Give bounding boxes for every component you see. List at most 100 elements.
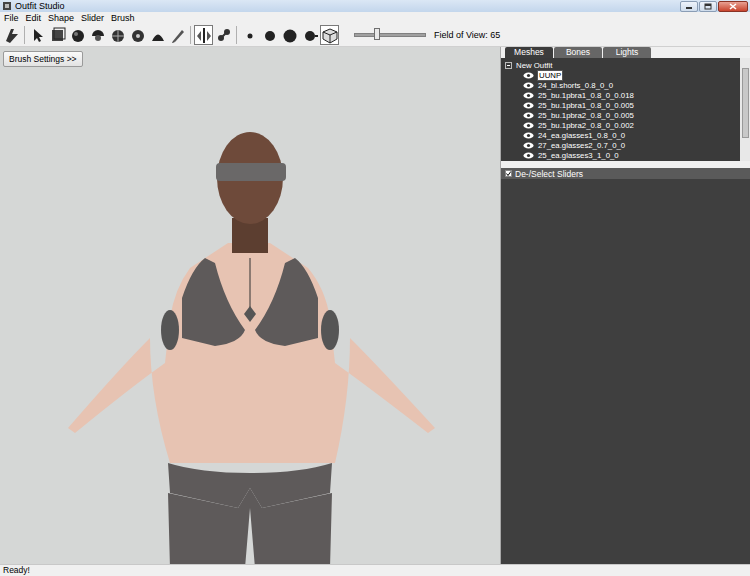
tool-button[interactable] [48, 25, 67, 45]
tool-button[interactable] [2, 25, 21, 45]
menu-item[interactable]: Slider [81, 12, 104, 24]
mesh-label[interactable]: 25_bu.1pbra2_0.8_0_0.005 [537, 111, 635, 120]
eye-icon[interactable] [523, 92, 534, 99]
fov-slider-knob[interactable] [374, 28, 380, 40]
scrollbar-thumb[interactable] [742, 68, 749, 138]
toolbar-separator [24, 26, 25, 44]
tree-root[interactable]: New Outfit [505, 60, 740, 70]
deflate-icon [89, 26, 107, 44]
brush-settings-button[interactable]: Brush Settings >> [3, 51, 83, 67]
check-icon [506, 171, 511, 176]
connect-icon [215, 26, 233, 44]
3d-viewport[interactable]: Brush Settings >> [0, 47, 501, 564]
mask-icon [49, 26, 67, 44]
mesh-label[interactable]: 25_bu.1pbra2_0.8_0_0.002 [537, 121, 635, 130]
menu-item[interactable]: Shape [48, 12, 74, 24]
tree-root-label: New Outfit [515, 61, 553, 70]
brush-medium-icon [261, 26, 279, 44]
mesh-label[interactable]: 24_ea.glasses1_0.8_0_0 [537, 131, 626, 140]
main-area: Brush Settings >>MeshesBonesLightsNew Ou… [0, 47, 750, 564]
eye-icon[interactable] [523, 142, 534, 149]
maximize-button[interactable] [699, 1, 717, 12]
weight-icon [149, 26, 167, 44]
mesh-row[interactable]: 24_ea.glasses1_0.8_0_0 [505, 130, 740, 140]
tool-button[interactable] [168, 25, 187, 45]
tab[interactable]: Bones [554, 47, 602, 58]
menu-item[interactable]: Edit [26, 12, 42, 24]
tab[interactable]: Lights [603, 47, 651, 58]
fov-control: Field of View: 65 [354, 30, 500, 40]
eye-icon[interactable] [523, 102, 534, 109]
toolbar: Field of View: 65 [0, 24, 750, 47]
mesh-row[interactable]: 24_bl.shorts_0.8_0_0 [505, 80, 740, 90]
mesh-tree: New OutfitUUNP24_bl.shorts_0.8_0_025_bu.… [501, 58, 750, 161]
sliders-label: De-/Select Sliders [515, 169, 583, 179]
eye-icon[interactable] [523, 132, 534, 139]
tool-button[interactable] [148, 25, 167, 45]
tab-bar: MeshesBonesLights [501, 47, 750, 58]
tool-button[interactable] [300, 25, 319, 45]
mesh-label[interactable]: 25_bu.1pbra1_0.8_0_0.005 [537, 101, 635, 110]
tab[interactable]: Meshes [505, 47, 553, 58]
tool-button[interactable] [88, 25, 107, 45]
side-panel: MeshesBonesLightsNew OutfitUUNP24_bl.sho… [501, 47, 750, 564]
tool-button[interactable] [194, 25, 213, 45]
tool-button[interactable] [28, 25, 47, 45]
select-sliders-checkbox[interactable] [505, 170, 512, 177]
close-icon [729, 3, 737, 10]
eye-icon[interactable] [523, 112, 534, 119]
tool-button[interactable] [108, 25, 127, 45]
eye-icon[interactable] [523, 72, 534, 79]
toolbar-separator [190, 26, 191, 44]
fov-slider[interactable] [354, 33, 426, 37]
minimize-button[interactable] [680, 1, 698, 12]
mesh-label[interactable]: 25_bu.1pbra1_0.8_0_0.018 [537, 91, 635, 100]
sliders-header: De-/Select Sliders [501, 168, 750, 179]
mesh-row[interactable]: UUNP [505, 70, 740, 80]
select-icon [29, 26, 47, 44]
tool-button[interactable] [280, 25, 299, 45]
close-button[interactable] [718, 1, 748, 12]
window-controls [680, 1, 748, 12]
tool-button[interactable] [320, 25, 339, 45]
scrollbar[interactable] [740, 58, 750, 161]
model-render [0, 68, 500, 564]
mesh-label[interactable]: 24_bl.shorts_0.8_0_0 [537, 81, 614, 90]
tool-button[interactable] [240, 25, 259, 45]
eye-icon[interactable] [523, 82, 534, 89]
inflate-icon [69, 26, 87, 44]
window-title: Outfit Studio [12, 0, 680, 12]
mesh-row[interactable]: 25_ea.glasses3_1_0_0 [505, 150, 740, 160]
mesh-row[interactable]: 27_ea.glasses2_0.7_0_0 [505, 140, 740, 150]
outfit-icon [3, 26, 21, 44]
mesh-label[interactable]: UUNP [537, 70, 563, 81]
menu-bar: File Edit Shape Slider Brush [0, 12, 750, 24]
smooth-icon [129, 26, 147, 44]
tool-button[interactable] [128, 25, 147, 45]
mesh-row[interactable]: 25_bu.1pbra2_0.8_0_0.002 [505, 120, 740, 130]
sliders-list [501, 179, 750, 564]
eye-icon[interactable] [523, 122, 534, 129]
mesh-row[interactable]: 25_bu.1pbra2_0.8_0_0.005 [505, 110, 740, 120]
menu-item[interactable]: Brush [111, 12, 135, 24]
brush-large-icon [281, 26, 299, 44]
toolbar-separator [236, 26, 237, 44]
tool-button[interactable] [68, 25, 87, 45]
menu-item[interactable]: File [4, 12, 19, 24]
status-bar: Ready! [0, 564, 750, 576]
splitter[interactable] [501, 161, 750, 168]
tool-button[interactable] [214, 25, 233, 45]
expander-icon[interactable] [505, 62, 512, 69]
mirror-icon [195, 26, 213, 44]
mesh-label[interactable]: 27_ea.glasses2_0.7_0_0 [537, 141, 626, 150]
minimize-icon [685, 3, 693, 10]
brush-small-icon [241, 26, 259, 44]
pen-icon [169, 26, 187, 44]
eye-icon[interactable] [523, 152, 534, 159]
mesh-label[interactable]: 25_ea.glasses3_1_0_0 [537, 151, 620, 160]
mesh-row[interactable]: 25_bu.1pbra1_0.8_0_0.018 [505, 90, 740, 100]
tool-button[interactable] [260, 25, 279, 45]
move-icon [109, 26, 127, 44]
mesh-row[interactable]: 25_bu.1pbra1_0.8_0_0.005 [505, 100, 740, 110]
title-bar: Outfit Studio [0, 0, 750, 12]
